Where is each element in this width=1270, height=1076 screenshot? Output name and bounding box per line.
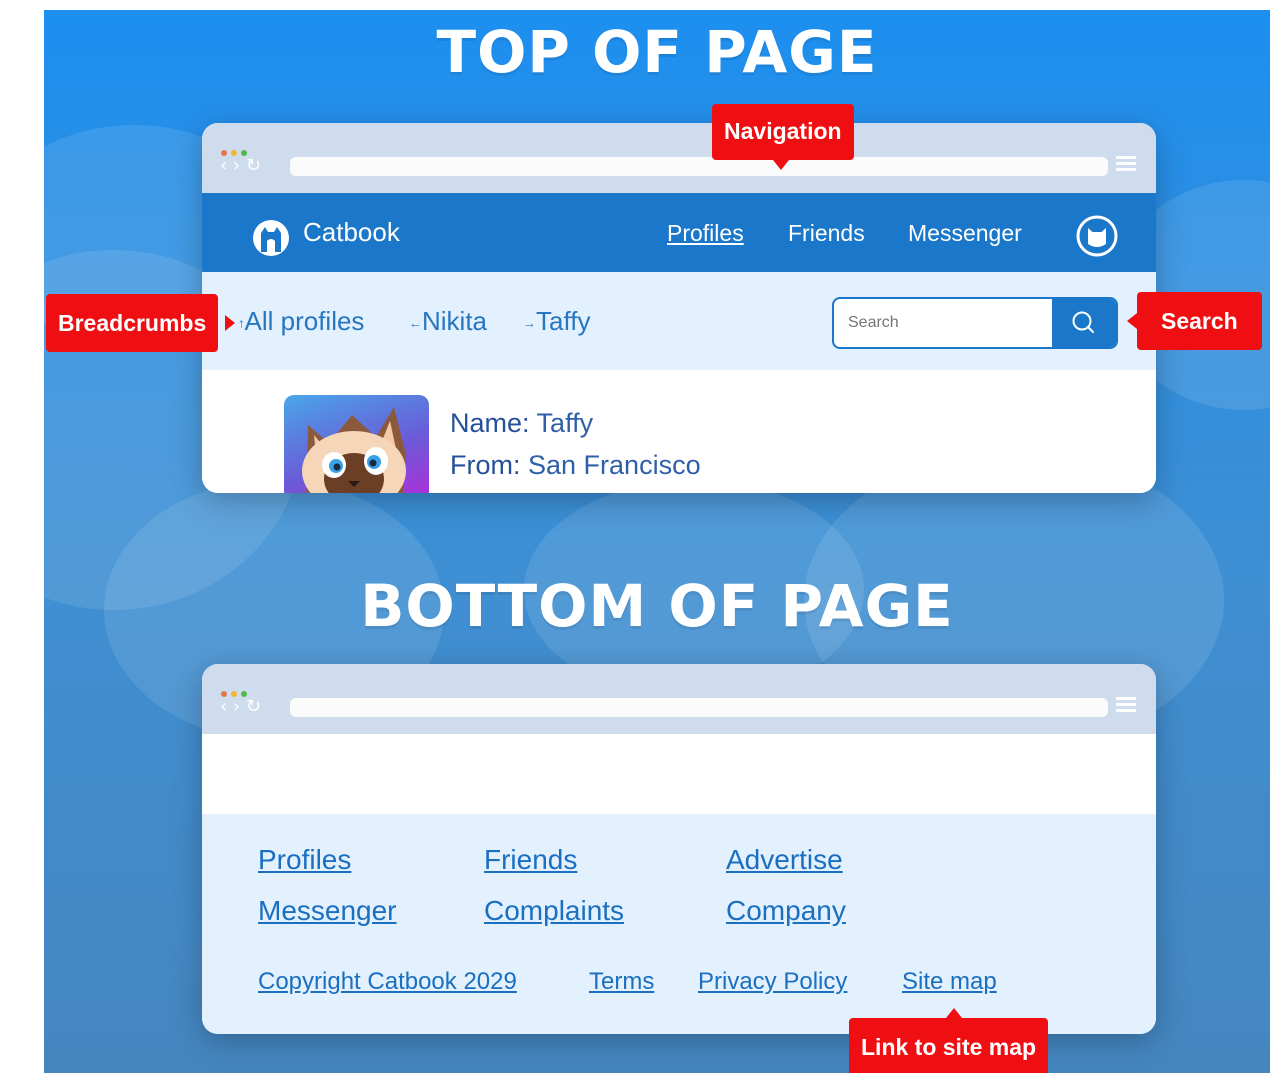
site-footer: Profiles Friends Advertise Messenger Com…	[202, 814, 1156, 1034]
callout-breadcrumbs-pointer	[225, 315, 235, 331]
callout-navigation: Navigation	[712, 104, 854, 160]
profile-photo[interactable]	[284, 395, 429, 493]
address-bar[interactable]	[290, 698, 1108, 717]
callout-navigation-pointer	[773, 160, 789, 170]
catbook-logo-icon[interactable]	[252, 219, 290, 257]
breadcrumb-bar: ↑All profiles ←Nikita →Taffy	[202, 272, 1156, 370]
background-scene: TOP OF PAGE BOTTOM OF PAGE ‹ › ↻ Catbook…	[44, 10, 1270, 1073]
search-button[interactable]	[1052, 299, 1116, 347]
footer-link-privacy-policy[interactable]: Privacy Policy	[698, 968, 847, 996]
navigation-bar: Catbook Profiles Friends Messenger	[202, 193, 1156, 272]
search-icon	[1072, 311, 1094, 333]
top-heading: TOP OF PAGE	[436, 18, 878, 86]
profile-name: Name: Taffy	[450, 408, 594, 438]
top-browser-window: ‹ › ↻ Catbook Profiles Friends Messenger…	[202, 123, 1156, 493]
browser-chrome: ‹ › ↻	[202, 664, 1156, 734]
browser-chrome: ‹ › ↻	[202, 123, 1156, 193]
callout-search: Search	[1137, 292, 1262, 350]
cat-avatar-icon[interactable]	[1076, 215, 1118, 257]
footer-link-profiles[interactable]: Profiles	[258, 844, 351, 876]
cat-illustration	[302, 407, 406, 493]
breadcrumb-taffy[interactable]: →Taffy	[523, 306, 590, 337]
nav-link-profiles[interactable]: Profiles	[667, 220, 744, 247]
footer-link-company[interactable]: Company	[726, 895, 846, 927]
search-input[interactable]	[846, 313, 1050, 333]
footer-link-site-map[interactable]: Site map	[902, 968, 997, 996]
hamburger-icon[interactable]	[1116, 697, 1136, 715]
footer-link-terms[interactable]: Terms	[589, 968, 654, 996]
breadcrumb-nikita[interactable]: ←Nikita	[409, 306, 487, 337]
page-content-area	[202, 734, 1156, 814]
footer-copyright[interactable]: Copyright Catbook 2029	[258, 968, 517, 996]
search-box	[832, 297, 1118, 349]
profile-location: From: San Francisco	[450, 450, 701, 480]
browser-controls[interactable]: ‹ › ↻	[220, 155, 261, 176]
bottom-browser-window: ‹ › ↻ Profiles Friends Advertise Messeng…	[202, 664, 1156, 1034]
nav-link-messenger[interactable]: Messenger	[908, 220, 1022, 247]
hamburger-icon[interactable]	[1116, 156, 1136, 174]
browser-controls[interactable]: ‹ › ↻	[220, 696, 261, 717]
address-bar[interactable]	[290, 157, 1108, 176]
profile-section: Name: Taffy From: San Francisco	[202, 370, 1156, 493]
nav-link-friends[interactable]: Friends	[788, 220, 865, 247]
callout-site-map-pointer	[946, 1008, 962, 1018]
footer-link-complaints[interactable]: Complaints	[484, 895, 624, 927]
breadcrumb-all-profiles[interactable]: ↑All profiles	[238, 306, 364, 337]
callout-breadcrumbs: Breadcrumbs	[46, 294, 219, 352]
callout-site-map: Link to site map	[849, 1018, 1049, 1073]
bottom-heading: BOTTOM OF PAGE	[360, 572, 954, 640]
footer-link-messenger[interactable]: Messenger	[258, 895, 397, 927]
footer-link-advertise[interactable]: Advertise	[726, 844, 843, 876]
brand-name[interactable]: Catbook	[303, 217, 400, 248]
callout-search-pointer	[1127, 313, 1137, 329]
footer-link-friends[interactable]: Friends	[484, 844, 577, 876]
